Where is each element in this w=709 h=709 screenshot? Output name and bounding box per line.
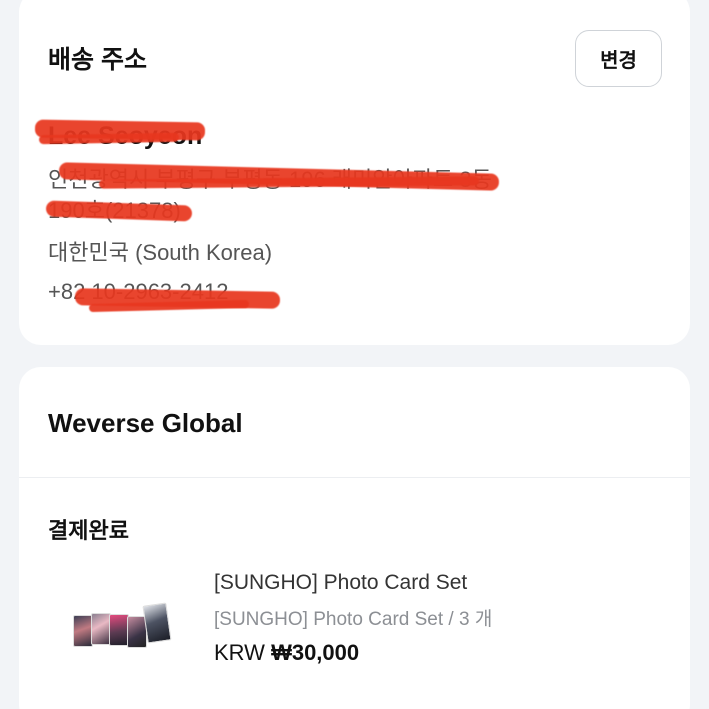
price-currency: KRW (214, 640, 265, 665)
product-thumbnail[interactable] (69, 601, 172, 657)
product-option: [SUNGHO] Photo Card Set / 3 개 (214, 609, 493, 630)
photo-card-image (91, 613, 111, 645)
order-status: 결제완료 (48, 518, 129, 543)
product-title[interactable]: [SUNGHO] Photo Card Set (214, 571, 467, 595)
store-name: Weverse Global (48, 408, 243, 438)
photo-card-image (73, 615, 93, 647)
shipping-address-card: 배송 주소 변경 Lee Seoyeon 인천광역시 부평구 부평동 196 래… (19, 0, 690, 345)
shipping-address-title: 배송 주소 (48, 46, 147, 74)
product-price: KRW ₩30,000 (214, 640, 359, 666)
photo-card-image (142, 602, 172, 644)
divider (19, 477, 690, 478)
order-card: Weverse Global 결제완료 [SUNGHO] Photo Card … (19, 367, 690, 709)
price-amount: ₩30,000 (271, 640, 360, 665)
photo-card-image (109, 614, 129, 646)
change-address-button[interactable]: 변경 (575, 30, 662, 87)
address-country: 대한민국 (South Korea) (48, 240, 273, 265)
